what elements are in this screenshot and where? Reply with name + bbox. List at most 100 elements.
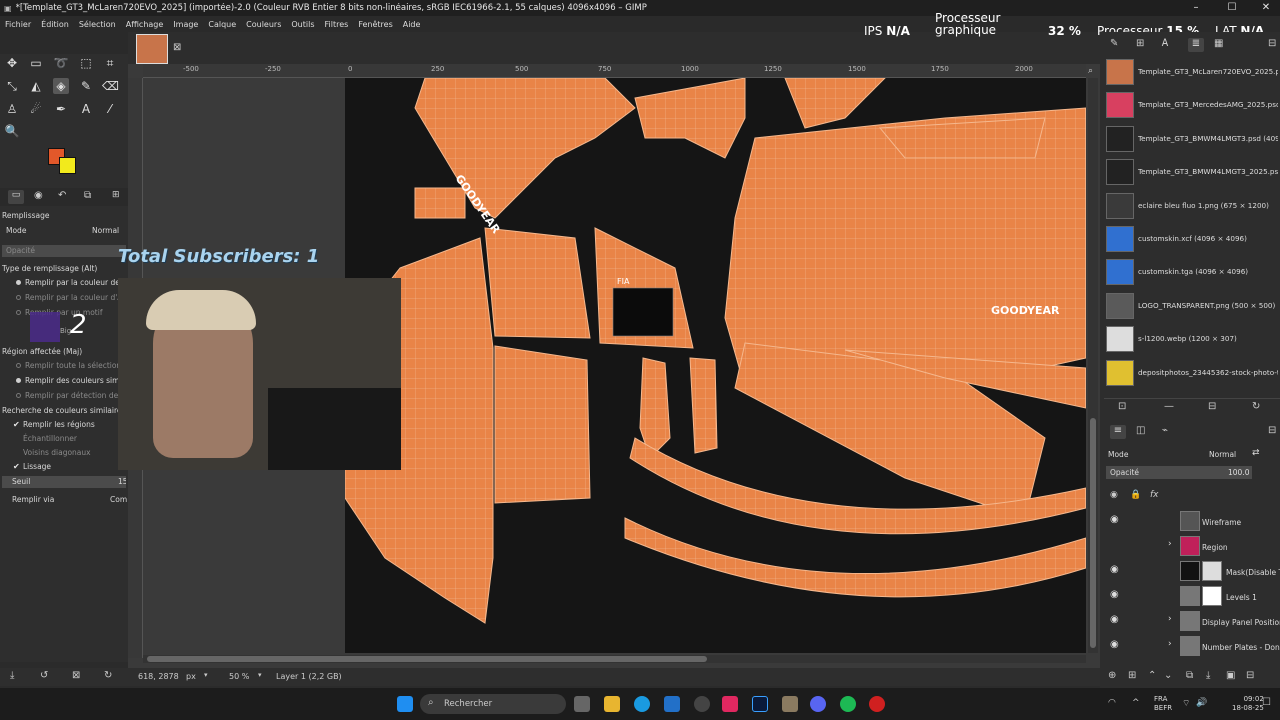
chevron-down-icon[interactable]: ▾ bbox=[204, 671, 208, 679]
edge-icon[interactable] bbox=[634, 696, 650, 712]
fill-opt-fg[interactable]: Remplir par la couleur de PP bbox=[0, 277, 128, 289]
document-canvas[interactable]: GOODYEAR GOODYEAR FIA bbox=[345, 78, 1086, 653]
clone-icon[interactable]: ♙ bbox=[4, 101, 20, 117]
image-list-item[interactable]: Template_GT3_McLaren720EVO_2025.psd bbox=[1106, 57, 1278, 87]
spotify-icon[interactable] bbox=[840, 696, 856, 712]
taskbar-search[interactable]: ⌕ Rechercher bbox=[420, 694, 566, 714]
refresh-icon[interactable]: ↻ bbox=[1252, 401, 1260, 412]
zoom-dropdown[interactable]: 50 % bbox=[229, 672, 249, 681]
v-scroll-thumb[interactable] bbox=[1090, 418, 1096, 648]
layer-row[interactable]: ◉ Mask(Disable T bbox=[1106, 560, 1280, 584]
eraser-icon[interactable]: ⌫ bbox=[102, 78, 119, 94]
eye-icon[interactable]: ◉ bbox=[1110, 514, 1119, 525]
channels-tab-icon[interactable]: ◫ bbox=[1136, 425, 1145, 436]
raise-view-icon[interactable]: ⊡ bbox=[1118, 401, 1126, 412]
bucket-fill-icon[interactable]: ◈ bbox=[53, 78, 69, 94]
image-list-item[interactable]: customskin.tga (4096 × 4096) bbox=[1106, 257, 1278, 287]
cage-icon[interactable]: ◭ bbox=[28, 78, 44, 94]
rect-select-icon[interactable]: ▭ bbox=[28, 55, 44, 71]
delete-options-icon[interactable]: ⊠ bbox=[72, 670, 80, 681]
diagonal-check[interactable]: Voisins diagonaux bbox=[0, 447, 128, 459]
threshold-slider[interactable]: Seuil 15 bbox=[2, 476, 126, 488]
mode-switch-icon[interactable]: ⇄ bbox=[1252, 448, 1260, 458]
h-scroll-thumb[interactable] bbox=[147, 656, 707, 662]
image-list-item[interactable]: Template_GT3_BMWM4LMGT3_2025.psd bbox=[1106, 157, 1278, 187]
minimize-button[interactable]: – bbox=[1184, 0, 1208, 16]
expand-arrow-icon[interactable]: › bbox=[1168, 539, 1172, 549]
menu-aide[interactable]: Aide bbox=[398, 20, 426, 29]
crop-icon[interactable]: ⌗ bbox=[102, 55, 118, 71]
new-group-icon[interactable]: ⊞ bbox=[1128, 670, 1136, 681]
fill-opt-bg[interactable]: Remplir par la couleur d'AP bbox=[0, 292, 128, 304]
fx-icon[interactable]: fx bbox=[1150, 490, 1159, 500]
menu-fichier[interactable]: Fichier bbox=[0, 20, 36, 29]
reset-options-icon[interactable]: ↻ bbox=[104, 670, 112, 681]
close-button[interactable]: ✕ bbox=[1254, 0, 1278, 16]
unit-dropdown[interactable]: px bbox=[186, 672, 196, 681]
pattern-swatch[interactable] bbox=[30, 312, 60, 342]
paintbrush-icon[interactable]: ✎ bbox=[78, 78, 94, 94]
eye-icon[interactable]: ◉ bbox=[1110, 614, 1119, 625]
horizontal-ruler[interactable]: -500 -250 0 250 500 750 1000 1250 1500 1… bbox=[143, 64, 1086, 78]
image-list-item[interactable]: Template_GT3_MercedesAMG_2025.psd bbox=[1106, 90, 1278, 120]
dock-menu-icon[interactable]: ⊞ bbox=[112, 190, 120, 200]
gimp-taskbar-icon[interactable] bbox=[782, 696, 798, 712]
area-opt-edge[interactable]: Remplir par détection de bbox=[0, 390, 128, 402]
image-list-item[interactable]: customskin.xcf (4096 × 4096) bbox=[1106, 224, 1278, 254]
mask-layer-icon[interactable]: ▣ bbox=[1226, 670, 1235, 681]
image-list-item[interactable]: depositphotos_23445362-stock-photo-t bbox=[1106, 358, 1278, 388]
maximize-button[interactable]: ☐ bbox=[1220, 0, 1244, 16]
delete-image-icon[interactable]: ⊟ bbox=[1208, 401, 1216, 412]
file-explorer-icon[interactable] bbox=[604, 696, 620, 712]
smudge-icon[interactable]: ☄ bbox=[28, 101, 44, 117]
tray-chevron-icon[interactable]: ^ bbox=[1132, 698, 1140, 708]
fuzzy-select-icon[interactable]: ⬚ bbox=[78, 55, 94, 71]
restore-options-icon[interactable]: ↺ bbox=[40, 670, 48, 681]
horizontal-scrollbar[interactable] bbox=[143, 655, 1086, 663]
antialias-check[interactable]: ✔ Lissage bbox=[0, 461, 128, 473]
dock-menu-icon[interactable]: ⊟ bbox=[1268, 38, 1276, 49]
clock[interactable]: 09:02 18-08-25 bbox=[1232, 695, 1264, 713]
dock-menu-icon[interactable]: ⊟ bbox=[1268, 425, 1276, 436]
merge-layer-icon[interactable]: ⤓ bbox=[1206, 670, 1210, 681]
raise-layer-icon[interactable]: ⌃ bbox=[1148, 670, 1156, 681]
images-tab-icon[interactable]: ⧉ bbox=[84, 190, 91, 201]
tool-options-tab-icon[interactable]: ▭ bbox=[8, 190, 24, 204]
undo-history-tab-icon[interactable]: ↶ bbox=[58, 190, 66, 201]
layer-row[interactable]: ◉ Levels 1 bbox=[1106, 585, 1280, 609]
image-list-item[interactable]: s-l1200.webp (1200 × 307) bbox=[1106, 324, 1278, 354]
menu-couleurs[interactable]: Couleurs bbox=[241, 20, 286, 29]
expand-arrow-icon[interactable]: › bbox=[1168, 639, 1172, 649]
lasso-icon[interactable]: ➰ bbox=[53, 55, 69, 71]
menu-edition[interactable]: Édition bbox=[36, 20, 74, 29]
task-view-icon[interactable] bbox=[574, 696, 590, 712]
app-red-icon[interactable] bbox=[869, 696, 885, 712]
grid-icon[interactable]: ⊞ bbox=[1136, 38, 1144, 49]
mode-dropdown[interactable]: Normal bbox=[92, 225, 119, 237]
network-icon[interactable]: ◠ bbox=[1108, 698, 1116, 708]
store-icon[interactable] bbox=[664, 696, 680, 712]
zoom-canvas-icon[interactable]: ⌕ bbox=[1088, 66, 1093, 76]
menu-outils[interactable]: Outils bbox=[286, 20, 319, 29]
layer-row[interactable]: ◉ Wireframe bbox=[1106, 510, 1280, 534]
color-picker-icon[interactable]: ⁄ bbox=[102, 101, 118, 117]
photoshop-icon[interactable] bbox=[752, 696, 768, 712]
gallery-icon[interactable]: ▦ bbox=[1214, 38, 1223, 49]
pencil-icon[interactable]: ✎ bbox=[1110, 38, 1118, 49]
expand-arrow-icon[interactable]: › bbox=[1168, 614, 1172, 624]
fill-regions-check[interactable]: ✔ Remplir les régions bbox=[0, 419, 128, 431]
volume-icon[interactable]: 🔊 bbox=[1196, 698, 1207, 708]
images-list-icon[interactable]: ≣ bbox=[1188, 38, 1204, 52]
fonts-icon[interactable]: Ꭺ bbox=[1162, 38, 1169, 49]
media-app-icon[interactable] bbox=[722, 696, 738, 712]
layers-tab-icon[interactable]: ≡ bbox=[1110, 425, 1126, 439]
fill-opt-pattern[interactable]: Remplir par un motif bbox=[0, 307, 128, 319]
layer-row[interactable]: ◉ › Number Plates - Don bbox=[1106, 635, 1280, 659]
opacity-slider[interactable]: Opacité bbox=[2, 245, 126, 257]
chevron-down-icon[interactable]: ▾ bbox=[258, 671, 262, 679]
menu-fenetres[interactable]: Fenêtres bbox=[353, 20, 397, 29]
save-options-icon[interactable]: ⤓ bbox=[10, 670, 14, 681]
image-list-item[interactable]: Template_GT3_BMWM4LMGT3.psd (4096 bbox=[1106, 124, 1278, 154]
paths-tab-icon[interactable]: ⌁ bbox=[1162, 425, 1168, 436]
duplicate-layer-icon[interactable]: ⧉ bbox=[1186, 670, 1193, 681]
